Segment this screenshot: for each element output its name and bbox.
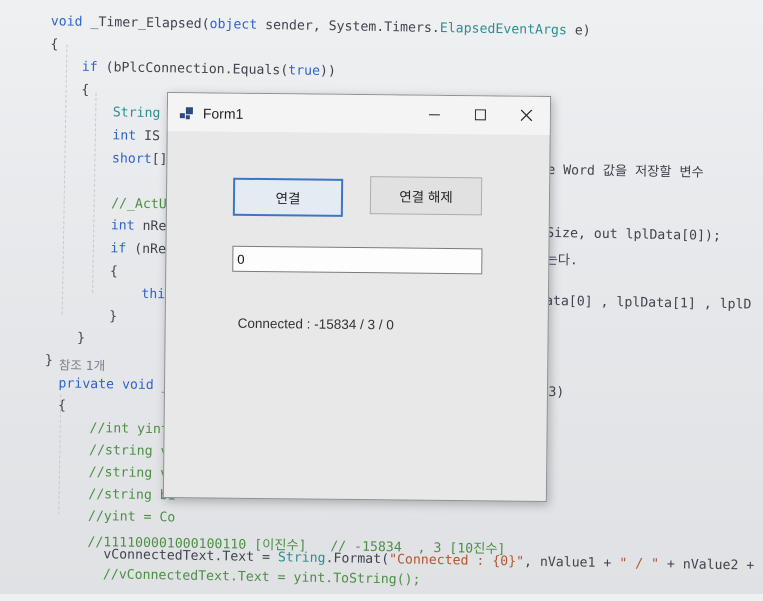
code-line: {: [49, 82, 89, 98]
code-line: {: [46, 263, 118, 279]
code-line-fragment: ata[0] , lplData[1] , lplD: [545, 294, 752, 313]
window-title: Form1: [203, 105, 244, 121]
connect-button[interactable]: 연결: [233, 178, 343, 217]
code-line: int IS: [49, 127, 160, 144]
minimize-icon: [429, 109, 441, 121]
code-line: //string va: [57, 442, 176, 459]
code-line: //yint = Co: [56, 508, 175, 525]
code-line: void _Timer_Elapsed(object sender, Syste…: [51, 14, 591, 38]
code-line: //int yint: [58, 420, 169, 437]
code-line: //string bi: [56, 486, 175, 503]
code-line: {: [50, 37, 58, 52]
close-icon: [521, 110, 533, 122]
maximize-icon: [475, 109, 487, 121]
app-icon: [180, 107, 194, 121]
code-line: //_ActU: [48, 195, 167, 212]
code-line: //vConnectedText.Text = yint.ToString();: [71, 567, 421, 588]
code-line-fragment: Size, out lplData[0]);: [546, 226, 721, 244]
code-line-fragment: 3): [548, 385, 564, 400]
connected-status-label: Connected : -15834 / 3 / 0: [238, 316, 394, 333]
code-line: 참조 1개: [59, 354, 106, 374]
code-line: int nRe: [47, 218, 166, 235]
code-line-fragment: 는다.: [546, 249, 579, 269]
code-line: {: [58, 398, 66, 413]
code-line: //string va: [57, 464, 176, 481]
code-line-fragment: e Word 값을 저장할 변수: [547, 158, 704, 180]
code-line: String: [49, 105, 160, 122]
code-line: }: [46, 308, 118, 324]
title-bar: Form1: [168, 93, 550, 135]
code-line: }: [45, 331, 85, 347]
code-line: thi: [46, 285, 165, 302]
form1-window: Form1 연결 연결 해제 0 Connected : -15834 / 3 …: [163, 92, 551, 502]
minimize-button[interactable]: [412, 96, 458, 134]
disconnect-button[interactable]: 연결 해제: [370, 176, 482, 215]
maximize-button[interactable]: [458, 96, 504, 134]
code-line: if (nRe: [47, 240, 166, 257]
code-line: if (bPlcConnection.Equals(true)): [50, 59, 336, 79]
close-button[interactable]: [504, 97, 550, 135]
code-line: short[]: [48, 150, 167, 167]
code-line: private void _S: [58, 376, 177, 393]
code-line: }: [45, 353, 53, 368]
value-textbox[interactable]: 0: [232, 246, 482, 275]
